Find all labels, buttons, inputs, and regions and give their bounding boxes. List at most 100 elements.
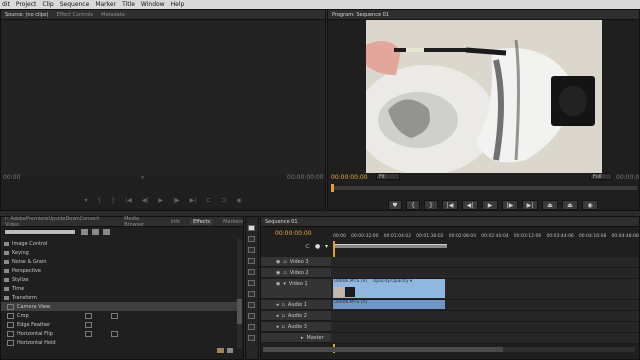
go-out-icon[interactable]: ▶| <box>190 197 197 204</box>
mark-in-button[interactable]: { <box>406 200 420 210</box>
track-select-tool-icon[interactable] <box>248 236 255 242</box>
expand-triangle-icon[interactable]: ▾ <box>283 281 286 287</box>
rate-stretch-tool-icon[interactable] <box>248 269 255 275</box>
play-button[interactable]: ▶ <box>482 200 498 210</box>
audio-clip[interactable]: 00006.MTS [A] <box>333 300 445 309</box>
track-header-video-1[interactable]: ◉ ▾ Video 1 <box>261 279 331 299</box>
razor-tool-icon[interactable] <box>248 280 255 286</box>
accelerated-effects-icon[interactable] <box>81 229 88 235</box>
timeline-scroll-thumb[interactable] <box>263 347 503 352</box>
effect-horizontal-flip[interactable]: Horizontal Flip <box>1 329 237 338</box>
effects-scroll-thumb[interactable] <box>237 299 242 324</box>
lock-icon[interactable]: ▫ <box>282 302 285 308</box>
program-timecode[interactable]: 00:00:00:00 <box>331 174 368 181</box>
out-point-icon[interactable]: } <box>111 197 115 204</box>
selection-tool-icon[interactable] <box>248 225 255 231</box>
expand-triangle-icon[interactable]: ▸ <box>301 335 304 341</box>
tab-source[interactable]: Source: (no clips) <box>5 12 48 18</box>
hand-tool-icon[interactable] <box>248 324 255 330</box>
menu-sequence[interactable]: Sequence <box>60 1 90 8</box>
track-row-video-1[interactable]: 00006.MTS [V] Opacity:Opacity ▾ <box>331 279 639 300</box>
lock-icon[interactable]: ▫ <box>283 270 286 276</box>
snap-icon[interactable]: ⊂ <box>305 243 310 250</box>
effects-folder-keying[interactable]: Keying <box>1 248 237 257</box>
tab-media-browser[interactable]: Media Browser <box>124 216 161 228</box>
source-timecode-right[interactable]: 00:00:00:00 <box>287 174 324 181</box>
timeline-timecode[interactable]: 00:00:00:00 <box>275 230 312 237</box>
zoom-tool-icon[interactable] <box>248 335 255 341</box>
step-back-icon[interactable]: ◀| <box>142 197 149 204</box>
effects-folder-transform[interactable]: Transform <box>1 293 237 302</box>
speaker-icon[interactable]: ◂ <box>276 313 279 319</box>
insert-icon[interactable]: ⊏ <box>206 197 211 204</box>
add-marker-icon[interactable]: ▾ <box>325 243 328 250</box>
track-header-audio-2[interactable]: ◂ ▫ Audio 2 <box>261 311 331 321</box>
timeline-hscrollbar[interactable] <box>263 347 635 352</box>
add-marker-button[interactable]: ♥ <box>388 200 402 210</box>
go-to-in-button[interactable]: |◀ <box>442 200 458 210</box>
eye-icon[interactable]: ◉ <box>276 259 280 265</box>
timeline-ruler[interactable]: 00:00 00:00:32:00 00:01:04:02 00:01:36:0… <box>333 234 639 242</box>
effect-horizontal-hold[interactable]: Horizontal Hold <box>1 338 237 347</box>
go-to-out-button[interactable]: ▶| <box>522 200 538 210</box>
lift-button[interactable]: ⏏ <box>542 200 558 210</box>
mark-out-button[interactable]: } <box>424 200 438 210</box>
menu-window[interactable]: Window <box>141 1 165 8</box>
overwrite-icon[interactable]: ⊐ <box>221 197 226 204</box>
video-clip[interactable]: 00006.MTS [V] Opacity:Opacity ▾ <box>333 279 445 298</box>
tab-metadata[interactable]: Metadata <box>101 12 125 18</box>
speaker-icon[interactable]: ◂ <box>276 302 279 308</box>
effects-folder-time[interactable]: Time <box>1 284 237 293</box>
tab-markers[interactable]: Markers <box>223 219 243 225</box>
program-playhead[interactable] <box>331 184 334 192</box>
track-header-audio-3[interactable]: ◂ ▫ Audio 3 <box>261 322 331 332</box>
tab-project[interactable]: r: AdobePremiereUpsideDownConvert Video <box>5 216 114 228</box>
rolling-edit-tool-icon[interactable] <box>248 258 255 264</box>
lock-icon[interactable]: ▫ <box>282 324 285 330</box>
tab-sequence[interactable]: Sequence 01 <box>265 219 298 225</box>
ripple-edit-tool-icon[interactable] <box>248 247 255 253</box>
marker-icon[interactable]: ▾ <box>84 197 87 204</box>
track-row-audio-1[interactable]: 00006.MTS [A] <box>331 300 639 311</box>
eye-icon[interactable]: ◉ <box>276 270 280 276</box>
source-timecode-left[interactable]: 00:00 <box>3 174 20 181</box>
tab-program[interactable]: Program: Sequence 01 <box>332 12 389 18</box>
effects-folder-stylize[interactable]: Stylize <box>1 275 237 284</box>
tab-effects[interactable]: Effects <box>190 218 214 225</box>
effects-search-input[interactable] <box>4 229 76 235</box>
program-scrub-bar[interactable] <box>331 184 637 192</box>
track-row-video-3[interactable] <box>331 257 639 268</box>
play-icon[interactable]: ▶ <box>158 197 163 204</box>
slide-tool-icon[interactable] <box>248 302 255 308</box>
track-header-video-3[interactable]: ◉ ▫ Video 3 <box>261 257 331 267</box>
track-row-audio-3[interactable] <box>331 322 639 333</box>
track-row-master[interactable] <box>331 333 639 344</box>
slip-tool-icon[interactable] <box>248 291 255 297</box>
set-marker-icon[interactable]: ● <box>315 243 320 250</box>
menu-project[interactable]: Project <box>16 1 37 8</box>
export-frame-icon[interactable]: ◉ <box>236 197 241 204</box>
eye-icon[interactable]: ◉ <box>276 281 280 287</box>
extract-button[interactable]: ⏏ <box>562 200 578 210</box>
lock-icon[interactable]: ▫ <box>283 259 286 265</box>
menu-edit[interactable]: dit <box>2 1 10 8</box>
speaker-icon[interactable]: ◂ <box>276 324 279 330</box>
clip-effect-menu[interactable]: Opacity:Opacity ▾ <box>373 279 413 284</box>
tab-info[interactable]: Info <box>171 219 180 225</box>
new-item-icon[interactable] <box>227 348 233 353</box>
effects-folder-perspective[interactable]: Perspective <box>1 266 237 275</box>
track-header-video-2[interactable]: ◉ ▫ Video 2 <box>261 268 331 278</box>
effect-camera-view[interactable]: Camera View <box>1 302 237 311</box>
menu-help[interactable]: Help <box>171 1 185 8</box>
step-back-button[interactable]: ◀| <box>462 200 478 210</box>
new-bin-icon[interactable] <box>217 348 224 353</box>
tab-effect-controls[interactable]: Effect Controls <box>56 12 93 18</box>
source-fit-icon[interactable]: ⏸ <box>141 174 144 182</box>
effect-crop[interactable]: Crop <box>1 311 237 320</box>
step-forward-icon[interactable]: |▶ <box>173 197 180 204</box>
lock-icon[interactable]: ▫ <box>282 313 285 319</box>
track-header-master[interactable]: ▸ Master <box>261 333 331 343</box>
32bit-effects-icon[interactable] <box>92 229 99 235</box>
menu-marker[interactable]: Marker <box>95 1 116 8</box>
program-fit-select[interactable]: Fit <box>376 173 400 180</box>
